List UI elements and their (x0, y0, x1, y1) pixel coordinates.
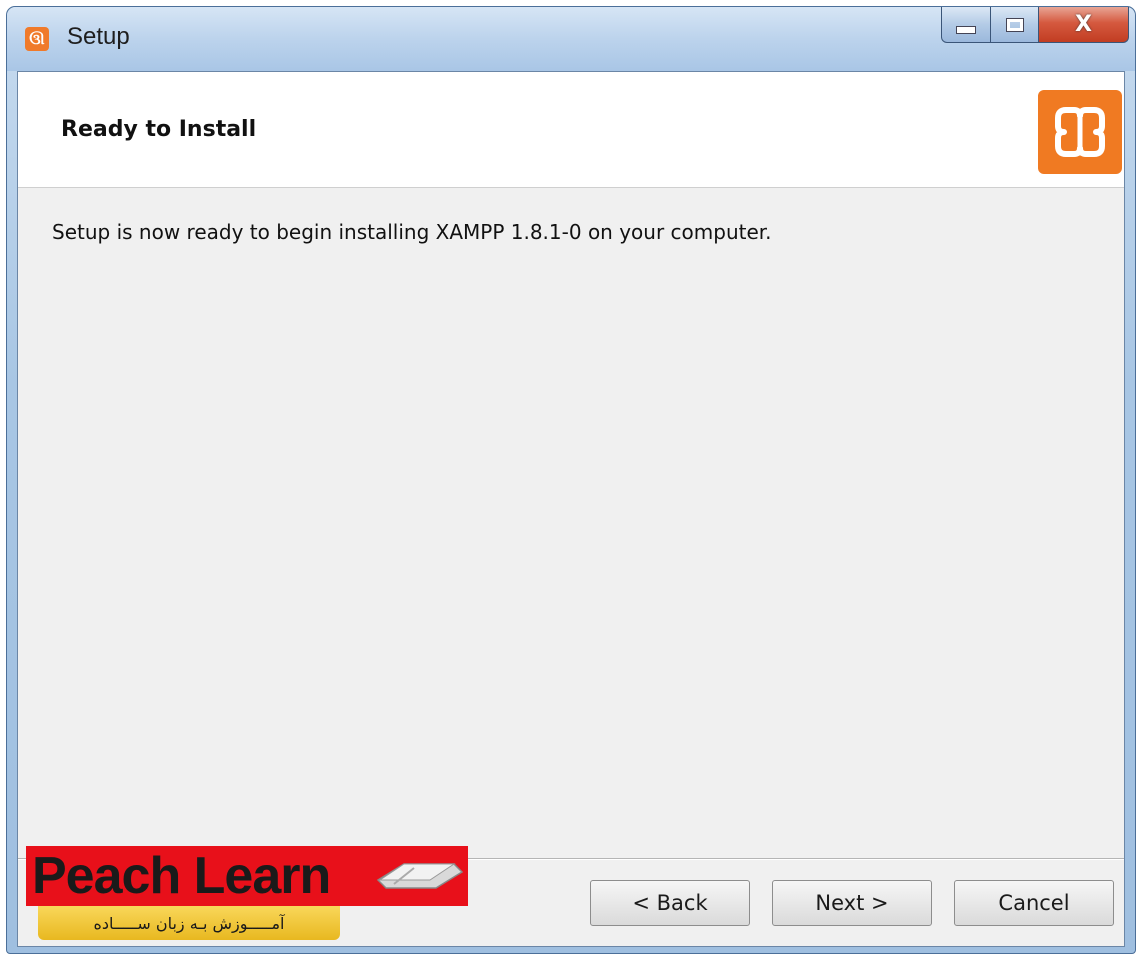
dialog-client-area: Ready to Install Setup is now ready to b… (17, 71, 1125, 947)
minimize-icon (956, 25, 976, 34)
window-title: Setup (67, 23, 130, 50)
title-bar[interactable]: ઊ Setup X (7, 7, 1135, 71)
close-icon: X (1075, 12, 1092, 37)
watermark-tagline: آمـــــوزش بـه زبان ســـــاده (38, 906, 340, 940)
watermark-banner: Peach Learn (26, 846, 468, 906)
wizard-header: Ready to Install (18, 72, 1124, 188)
install-ready-message: Setup is now ready to begin installing X… (52, 220, 772, 244)
maximize-button[interactable] (991, 7, 1039, 43)
xampp-icon: ઊ (25, 27, 49, 51)
xampp-logo-icon (1038, 90, 1122, 174)
caption-buttons: X (941, 7, 1129, 51)
peach-learn-watermark: Peach Learn آمـــــوزش بـه زبان ســـــاد… (26, 846, 468, 940)
back-button[interactable]: < Back (590, 880, 750, 926)
close-button[interactable]: X (1039, 7, 1129, 43)
minimize-button[interactable] (941, 7, 991, 43)
next-button[interactable]: Next > (772, 880, 932, 926)
maximize-icon (1005, 17, 1024, 32)
cancel-button[interactable]: Cancel (954, 880, 1114, 926)
xampp-logo-glyph (1055, 107, 1105, 157)
page-title: Ready to Install (61, 117, 257, 142)
watermark-brand: Peach Learn (32, 847, 331, 905)
pencil-icon (376, 863, 464, 889)
setup-window: ઊ Setup X Ready to Install Setup is now … (6, 6, 1136, 954)
